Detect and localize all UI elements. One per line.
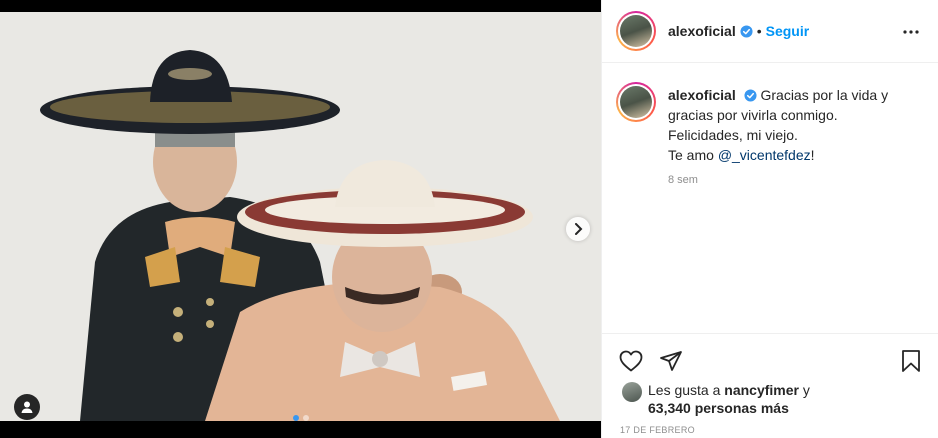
likes-summary: Les gusta a nancyfimer y 63,340 personas… — [622, 381, 810, 417]
post-sidebar: alexoficial • Seguir alexoficial Gracias… — [601, 0, 938, 438]
carousel-indicator — [293, 415, 309, 421]
share-button[interactable] — [658, 348, 684, 374]
carousel-dot-active — [293, 415, 299, 421]
send-icon — [660, 351, 682, 371]
avatar-border — [618, 13, 654, 49]
post-photo-area[interactable] — [0, 12, 601, 421]
caption-line-3: Felicidades, mi viejo. — [668, 127, 798, 143]
follow-button[interactable]: Seguir — [766, 23, 810, 39]
user-tag-icon — [21, 401, 33, 413]
verified-badge-icon — [744, 89, 757, 102]
caption-timestamp[interactable]: 8 sem — [668, 174, 698, 186]
avatar-border — [618, 84, 654, 120]
header-separator: • — [756, 23, 762, 39]
likes-prefix: Les gusta a — [648, 382, 725, 398]
verified-badge-icon — [740, 24, 753, 38]
bookmark-icon — [902, 350, 920, 372]
caption-line-1: Gracias por la vida y — [760, 87, 889, 103]
post-header: alexoficial • Seguir — [602, 0, 938, 63]
likes-mid: y — [798, 382, 810, 398]
post-date[interactable]: 17 DE FEBRERO — [620, 425, 695, 435]
post-caption: alexoficial Gracias por la vida y gracia… — [616, 82, 926, 165]
author-username[interactable]: alexoficial — [668, 23, 736, 39]
author-avatar[interactable] — [616, 11, 656, 51]
tagged-users-button[interactable] — [14, 394, 40, 420]
likes-count[interactable]: 63,340 personas más — [648, 400, 789, 416]
carousel-dot — [303, 415, 309, 421]
likes-text: Les gusta a nancyfimer y 63,340 personas… — [648, 381, 810, 417]
chevron-right-icon — [575, 223, 583, 235]
heart-icon — [619, 350, 643, 372]
post-media — [0, 0, 601, 438]
save-button[interactable] — [898, 348, 924, 374]
caption-line-2: gracias por vivirla conmigo. — [668, 107, 838, 123]
avatar-image — [620, 15, 652, 47]
post-photo — [0, 12, 601, 421]
like-button[interactable] — [618, 348, 644, 374]
caption-username[interactable]: alexoficial — [668, 87, 736, 103]
caption-avatar[interactable] — [616, 82, 656, 122]
liker-avatar[interactable] — [622, 382, 642, 402]
more-options-icon — [903, 30, 919, 34]
avatar-image — [620, 86, 652, 118]
caption-line-4-prefix: Te amo — [668, 147, 718, 163]
caption-text: alexoficial Gracias por la vida y gracia… — [668, 85, 888, 165]
caption-line-4-suffix: ! — [810, 147, 815, 163]
next-slide-button[interactable] — [566, 217, 590, 241]
more-options-button[interactable] — [901, 22, 921, 42]
post-actions: Les gusta a nancyfimer y 63,340 personas… — [602, 333, 938, 438]
liker-username[interactable]: nancyfimer — [724, 382, 799, 398]
caption-mention[interactable]: @_vicentefdez — [718, 147, 811, 163]
